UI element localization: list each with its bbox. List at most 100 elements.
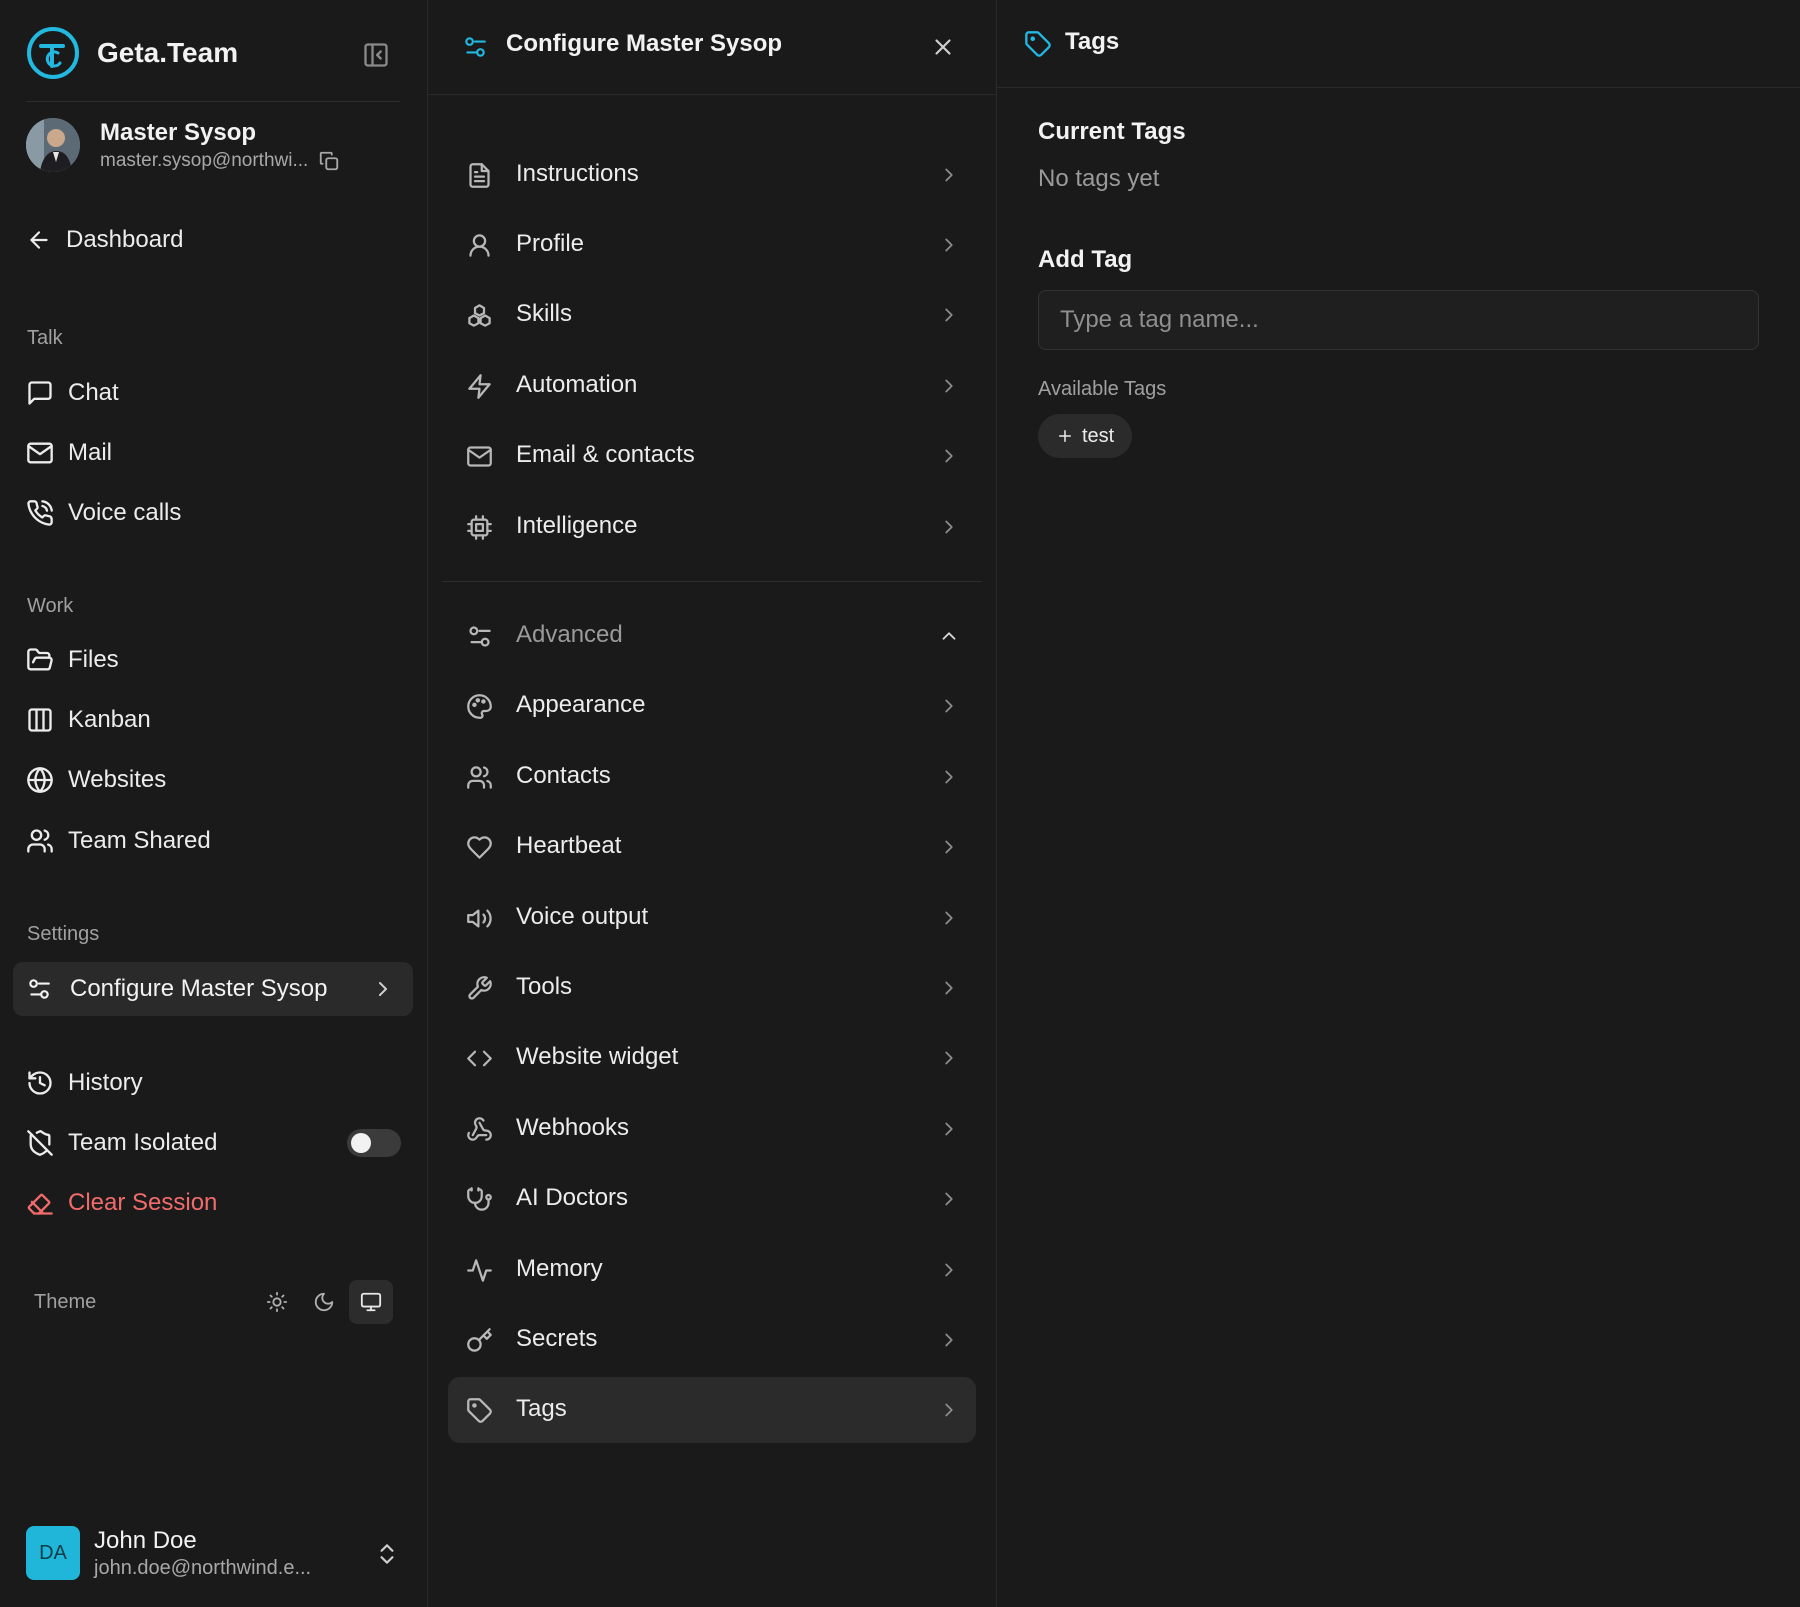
sidebar-item-chat[interactable]: Chat (26, 376, 119, 410)
theme-dark-button[interactable] (302, 1280, 346, 1324)
tag-name-input[interactable] (1038, 290, 1759, 350)
chevrons-up-down-icon[interactable] (374, 1540, 400, 1568)
tag-chip-label: test (1082, 424, 1115, 447)
sidebar-item-files[interactable]: Files (26, 643, 119, 677)
menu-item-label: Profile (516, 230, 585, 257)
menu-item-label: Memory (516, 1255, 603, 1282)
menu-item-heartbeat[interactable]: Heartbeat (448, 814, 976, 880)
toggle-knob (351, 1133, 371, 1153)
brand[interactable]: Geta.Team (26, 26, 238, 80)
menu-item-memory[interactable]: Memory (448, 1237, 976, 1303)
menu-item-contacts[interactable]: Contacts (448, 744, 976, 810)
advanced-label: Advanced (516, 621, 623, 648)
tags-header: Tags (997, 0, 1800, 88)
palette-icon (466, 693, 493, 720)
menu-item-email-contacts[interactable]: Email & contacts (448, 423, 976, 489)
team-isolated-toggle[interactable] (347, 1129, 401, 1157)
panel-title: Configure Master Sysop (506, 30, 783, 57)
chevron-right-icon (938, 445, 960, 467)
chevron-right-icon (938, 164, 960, 186)
menu-item-label: AI Doctors (516, 1184, 629, 1211)
available-tag-chip[interactable]: test (1038, 414, 1133, 458)
current-agent[interactable]: Master Sysop master.sysop@northwi... (26, 118, 340, 172)
theme-light-button[interactable] (255, 1280, 299, 1324)
configure-agent-panel: Configure Master Sysop Instructions Prof… (428, 0, 997, 1607)
menu-item-secrets[interactable]: Secrets (448, 1307, 976, 1373)
chat-bubble-icon (26, 379, 54, 407)
menu-item-intelligence[interactable]: Intelligence (448, 494, 976, 560)
tags-title: Tags (1065, 28, 1120, 55)
menu-item-ai-doctors[interactable]: AI Doctors (448, 1166, 976, 1232)
collapse-sidebar-icon[interactable] (362, 41, 390, 69)
eraser-icon (26, 1189, 54, 1217)
sidebar-item-team-shared[interactable]: Team Shared (26, 824, 211, 858)
sidebar-item-voice-calls[interactable]: Voice calls (26, 496, 181, 530)
advanced-section-toggle[interactable]: Advanced (448, 603, 976, 669)
menu-item-label: Contacts (516, 762, 611, 789)
users-icon (26, 827, 54, 855)
sidebar-item-clear-session[interactable]: Clear Session (26, 1186, 217, 1220)
users-icon (466, 764, 493, 791)
dashboard-label: Dashboard (66, 226, 184, 253)
sidebar-item-label: Configure Master Sysop (70, 975, 328, 1002)
copy-icon[interactable] (318, 150, 340, 172)
sidebar-item-team-isolated: Team Isolated (26, 1126, 217, 1160)
sidebar-item-label: Clear Session (68, 1189, 218, 1216)
menu-item-tools[interactable]: Tools (448, 955, 976, 1021)
settings-sliders-icon (462, 34, 488, 60)
menu-item-label: Tags (516, 1395, 567, 1422)
sidebar-item-label: History (68, 1069, 143, 1096)
chevron-up-icon (938, 625, 960, 647)
menu-item-automation[interactable]: Automation (448, 353, 976, 419)
account-name: John Doe (94, 1526, 197, 1554)
menu-item-profile[interactable]: Profile (448, 212, 976, 278)
back-to-dashboard-link[interactable]: Dashboard (26, 226, 183, 254)
sidebar-item-label: Chat (68, 379, 119, 406)
account-menu[interactable]: DA John Doe john.doe@northwind.e... (26, 1526, 311, 1580)
add-tag-heading: Add Tag (1038, 246, 1133, 273)
theme-system-button[interactable] (349, 1280, 393, 1324)
mail-icon (466, 443, 493, 470)
agent-avatar (26, 118, 80, 172)
menu-item-website-widget[interactable]: Website widget (448, 1025, 976, 1091)
sidebar: Geta.Team Master Sysop master.sysop@nort… (0, 0, 428, 1607)
menu-divider (442, 581, 982, 582)
menu-item-label: Heartbeat (516, 832, 622, 859)
activity-icon (466, 1257, 493, 1284)
chevron-right-icon (938, 1329, 960, 1351)
sidebar-item-history[interactable]: History (26, 1066, 143, 1100)
chevron-right-icon (938, 766, 960, 788)
menu-item-label: Skills (516, 300, 573, 327)
speaker-icon (466, 905, 493, 932)
chevron-right-icon (938, 375, 960, 397)
current-tags-heading: Current Tags (1038, 118, 1186, 145)
close-icon[interactable] (930, 34, 956, 60)
geta-team-logo-icon (27, 27, 79, 79)
sidebar-item-configure-agent[interactable]: Configure Master Sysop (13, 962, 413, 1016)
file-text-icon (466, 162, 493, 189)
sidebar-item-label: Voice calls (68, 499, 182, 526)
menu-item-appearance[interactable]: Appearance (448, 673, 976, 739)
sidebar-item-label: Websites (68, 766, 167, 793)
sidebar-item-websites[interactable]: Websites (26, 763, 166, 797)
menu-item-instructions[interactable]: Instructions (448, 142, 976, 208)
menu-item-label: Website widget (516, 1043, 679, 1070)
sidebar-item-label: Team Isolated (68, 1129, 218, 1156)
menu-item-tags[interactable]: Tags (448, 1377, 976, 1443)
settings-sliders-icon (466, 623, 493, 650)
chevron-right-icon (938, 1399, 960, 1421)
menu-item-label: Automation (516, 371, 638, 398)
sidebar-item-kanban[interactable]: Kanban (26, 703, 151, 737)
menu-item-voice-output[interactable]: Voice output (448, 885, 976, 951)
history-icon (26, 1069, 54, 1097)
account-email: john.doe@northwind.e... (94, 1556, 312, 1579)
chevron-right-icon (938, 1259, 960, 1281)
section-label-work: Work (27, 595, 74, 617)
menu-item-label: Appearance (516, 691, 646, 718)
moon-icon (314, 1292, 334, 1312)
menu-item-skills[interactable]: Skills (448, 282, 976, 348)
sidebar-item-mail[interactable]: Mail (26, 436, 112, 470)
agent-name: Master Sysop (100, 119, 257, 146)
menu-item-webhooks[interactable]: Webhooks (448, 1096, 976, 1162)
shield-off-icon (26, 1129, 54, 1157)
